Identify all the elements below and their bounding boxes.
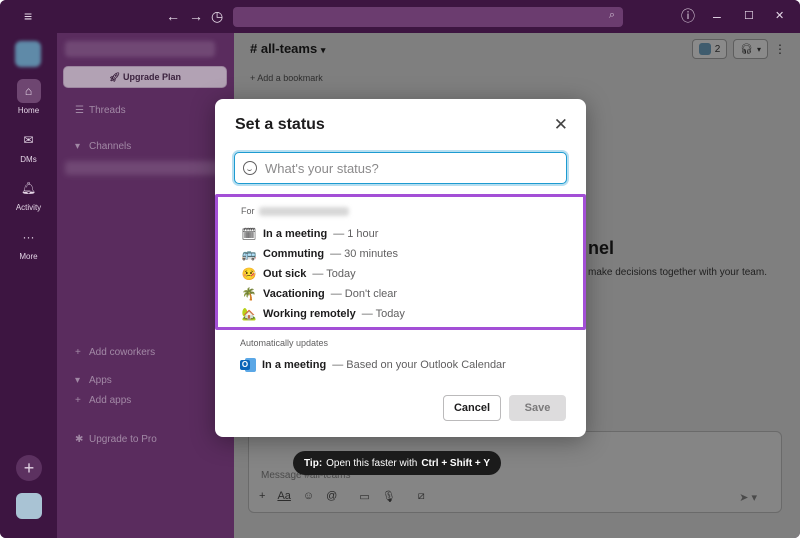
status-preset-meeting[interactable]: 🗓 In a meeting — 1 hour bbox=[241, 225, 378, 243]
search-icon: ⌕ bbox=[608, 9, 615, 21]
status-input[interactable] bbox=[265, 160, 545, 176]
preset-duration: — Today bbox=[361, 308, 405, 320]
tip-text: Open this faster with bbox=[326, 457, 418, 469]
video-icon[interactable]: ▭ bbox=[359, 490, 369, 503]
preset-duration: — Don't clear bbox=[330, 288, 398, 300]
presets-for-label: For bbox=[241, 206, 349, 216]
more-vertical-icon[interactable]: ⋮ bbox=[774, 42, 786, 56]
rail-item-home[interactable]: ⌂ Home bbox=[0, 79, 57, 115]
arrow-left-icon[interactable]: ← bbox=[166, 8, 180, 24]
preset-name: Out sick bbox=[263, 268, 307, 280]
workspace-rail: ⌂ Home ✉ DMs 🔔︎ Activity ··· More + bbox=[0, 33, 57, 538]
close-icon[interactable]: ✕ bbox=[554, 116, 568, 134]
tip-prefix: Tip: bbox=[304, 457, 323, 469]
rail-item-more[interactable]: ··· More bbox=[0, 225, 57, 261]
set-status-dialog: Set a status ✕ For 🗓 In a meeting — 1 ho… bbox=[215, 99, 586, 437]
plus-icon[interactable]: + bbox=[259, 490, 265, 503]
search-bar[interactable]: ⌕ bbox=[233, 7, 623, 27]
maximize-button[interactable]: ☐ bbox=[744, 8, 754, 24]
channel-header-actions: 2 🎧︎ ▾ ⋮ bbox=[691, 39, 786, 59]
status-preset-working-remotely[interactable]: 🏡 Working remotely — Today bbox=[241, 305, 405, 323]
home-icon: ⌂ bbox=[16, 79, 41, 103]
close-window-button[interactable]: ✕ bbox=[775, 8, 784, 24]
workspace-avatar[interactable] bbox=[15, 41, 41, 67]
member-count: 2 bbox=[714, 43, 721, 55]
emoji-icon[interactable]: ☺ bbox=[303, 490, 314, 503]
channel-name: # all-teams bbox=[250, 41, 318, 56]
members-button[interactable]: 2 bbox=[691, 39, 728, 59]
sick-face-icon: 🤒 bbox=[241, 267, 257, 281]
preset-name: Vacationing bbox=[263, 288, 325, 300]
member-avatar bbox=[698, 43, 711, 55]
channel-welcome-heading: nel bbox=[588, 238, 615, 258]
auto-updates-heading: Automatically updates bbox=[240, 338, 329, 348]
rail-item-label: More bbox=[19, 252, 38, 261]
send-icon[interactable]: ➤ ▾ bbox=[739, 491, 757, 504]
bus-icon: 🚌 bbox=[241, 247, 257, 261]
auto-item-detail: — Based on your Outlook Calendar bbox=[332, 359, 506, 371]
app-window: ≡ ← → ◷ ⌕ ⓘ – ☐ ✕ ⌂ Home ✉ DMs 🔔︎ Activi… bbox=[0, 0, 800, 538]
shortcut-tip: Tip: Open this faster with Ctrl + Shift … bbox=[293, 451, 502, 475]
for-label: For bbox=[241, 206, 255, 216]
mention-icon[interactable]: @ bbox=[326, 490, 337, 503]
status-preset-out-sick[interactable]: 🤒 Out sick — Today bbox=[241, 265, 356, 283]
channel-title[interactable]: # all-teams ▾ bbox=[250, 41, 325, 56]
rail-item-activity[interactable]: 🔔︎ Activity bbox=[0, 176, 57, 212]
add-bookmark-link[interactable]: + Add a bookmark bbox=[250, 73, 323, 83]
rail-item-label: Activity bbox=[15, 203, 42, 212]
status-auto-outlook-meeting[interactable]: O In a meeting — Based on your Outlook C… bbox=[240, 356, 506, 374]
preset-duration: — Today bbox=[312, 268, 356, 280]
calendar-icon: 🗓 bbox=[241, 227, 257, 241]
emoji-picker-icon[interactable] bbox=[243, 161, 257, 175]
chevron-down-icon: ▾ bbox=[320, 45, 326, 55]
rail-item-dms[interactable]: ✉ DMs bbox=[0, 128, 57, 164]
preset-duration: — 1 hour bbox=[333, 228, 379, 240]
composer-toolbar: + Aa ☺ @ ▭ 🎙︎ ⧄ bbox=[259, 490, 425, 503]
user-avatar[interactable] bbox=[16, 493, 42, 519]
title-bar: ≡ ← → ◷ ⌕ ⓘ – ☐ ✕ bbox=[0, 0, 800, 33]
preset-name: In a meeting bbox=[263, 228, 328, 240]
preset-name: Working remotely bbox=[263, 308, 356, 320]
minimize-button[interactable]: – bbox=[713, 8, 721, 24]
format-icon[interactable]: Aa bbox=[277, 490, 290, 503]
dialog-title: Set a status bbox=[235, 116, 325, 133]
add-workspace-button[interactable]: + bbox=[16, 455, 42, 481]
chevron-down-icon: ▾ bbox=[756, 44, 761, 54]
house-icon: 🏡 bbox=[241, 307, 257, 321]
hamburger-icon[interactable]: ≡ bbox=[24, 8, 32, 24]
tip-shortcut: Ctrl + Shift + Y bbox=[421, 457, 491, 469]
bell-icon: 🔔︎ bbox=[20, 181, 37, 195]
sidebar-overlay bbox=[57, 33, 234, 538]
workspace-name-blurred bbox=[258, 206, 349, 216]
microphone-icon[interactable]: 🎙︎ bbox=[382, 490, 396, 503]
status-presets-highlight: For 🗓 In a meeting — 1 hour 🚌 Commuting … bbox=[215, 194, 586, 330]
headphones-icon: 🎧︎ bbox=[740, 43, 753, 55]
preset-duration: — 30 minutes bbox=[330, 248, 398, 260]
rail-item-label: Home bbox=[17, 106, 40, 115]
status-input-field[interactable] bbox=[234, 152, 567, 184]
palm-tree-icon: 🌴 bbox=[241, 287, 257, 301]
rail-item-label: DMs bbox=[20, 155, 37, 164]
slash-command-icon[interactable]: ⧄ bbox=[418, 490, 425, 503]
dms-icon: ✉ bbox=[23, 133, 34, 147]
more-icon: ··· bbox=[22, 230, 35, 244]
status-preset-vacationing[interactable]: 🌴 Vacationing — Don't clear bbox=[241, 285, 398, 303]
preset-name: Commuting bbox=[263, 248, 325, 260]
outlook-icon: O bbox=[240, 357, 256, 373]
arrow-right-icon[interactable]: → bbox=[189, 8, 203, 24]
save-button[interactable]: Save bbox=[509, 395, 566, 421]
huddle-button[interactable]: 🎧︎ ▾ bbox=[733, 39, 768, 59]
clock-icon[interactable]: ◷ bbox=[211, 8, 223, 24]
cancel-button[interactable]: Cancel bbox=[443, 395, 501, 421]
auto-item-name: In a meeting bbox=[262, 359, 327, 371]
help-icon[interactable]: ⓘ bbox=[681, 8, 695, 24]
status-preset-commuting[interactable]: 🚌 Commuting — 30 minutes bbox=[241, 245, 398, 263]
channel-welcome-text: make decisions together with your team. bbox=[588, 267, 767, 278]
